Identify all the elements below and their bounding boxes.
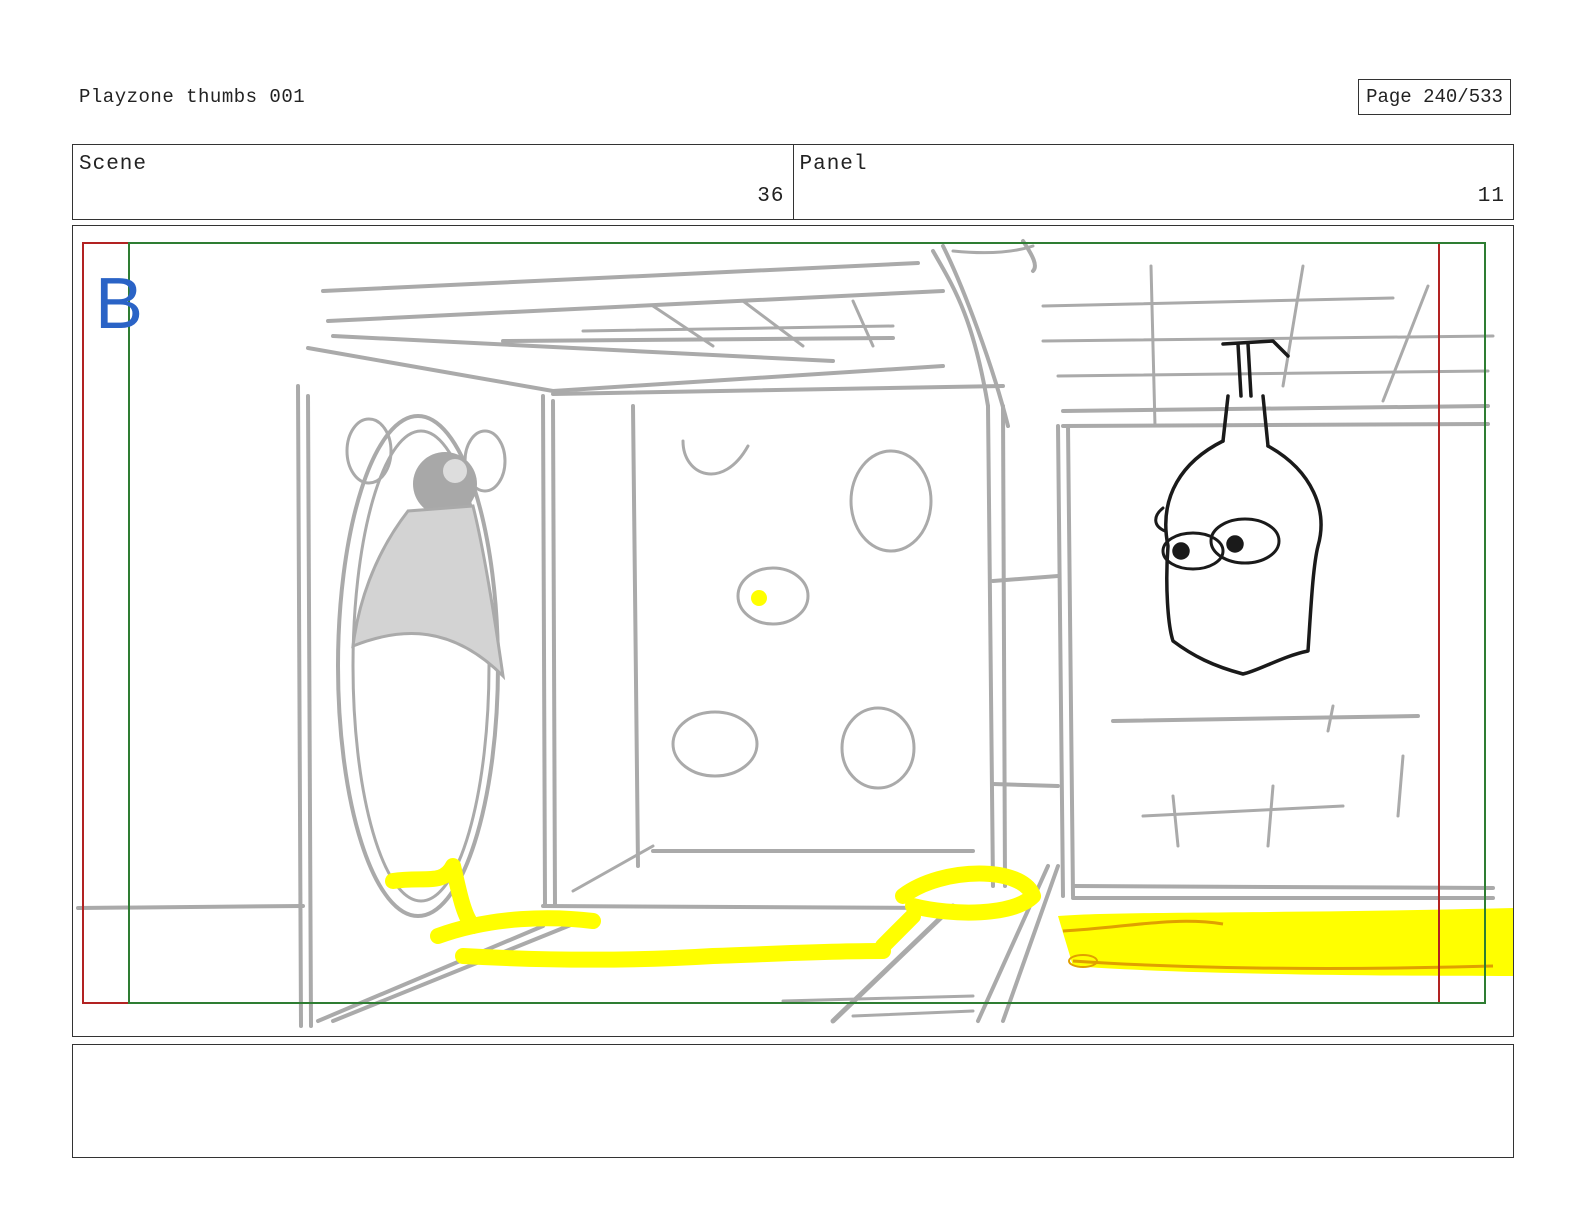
storyboard-panel: B	[72, 225, 1514, 1037]
room-sketch	[76, 239, 1495, 1028]
hanging-character	[1154, 339, 1323, 676]
notes-area	[72, 1044, 1514, 1158]
panel-label: Panel	[799, 153, 868, 176]
mirror-topper	[351, 452, 506, 681]
scene-cell: Scene 36	[73, 145, 793, 219]
document-title: Playzone thumbs 001	[79, 86, 306, 108]
scene-panel-info: Scene 36 Panel 11	[72, 144, 1514, 220]
panel-number: 11	[1477, 185, 1505, 208]
scene-label: Scene	[79, 153, 148, 176]
action-area-frame	[128, 242, 1486, 1004]
panel-sketch: B	[76, 239, 1513, 1028]
page-counter: Page 240/533	[1358, 79, 1511, 115]
panel-cell: Panel 11	[792, 145, 1514, 219]
panel-letter: B	[95, 264, 143, 344]
scene-number: 36	[757, 185, 785, 208]
yellow-puddle	[1058, 908, 1513, 976]
